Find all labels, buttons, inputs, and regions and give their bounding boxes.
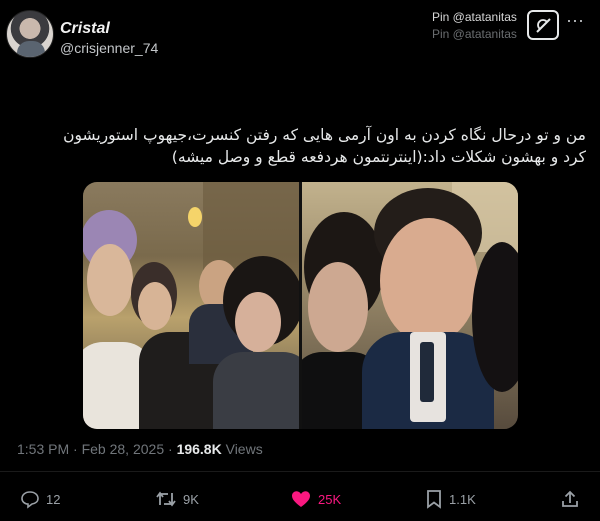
views-label: Views bbox=[225, 441, 263, 457]
tweet-media[interactable] bbox=[83, 182, 518, 429]
retweet-icon bbox=[156, 491, 176, 507]
meta-separator: · bbox=[73, 441, 78, 457]
reply-icon bbox=[21, 491, 39, 509]
reply-count: 12 bbox=[46, 491, 61, 507]
tweet-meta: 1:53 PM · Feb 28, 2025 · 196.8K Views bbox=[17, 441, 263, 457]
author-display-name[interactable]: Cristal bbox=[60, 20, 110, 38]
avatar[interactable] bbox=[6, 10, 54, 58]
like-button[interactable]: 25K bbox=[290, 484, 341, 514]
meta-separator: · bbox=[168, 441, 173, 457]
grok-icon[interactable] bbox=[527, 10, 559, 40]
share-button[interactable] bbox=[560, 484, 580, 514]
share-icon bbox=[562, 490, 578, 507]
like-count: 25K bbox=[318, 491, 342, 507]
tweet-time[interactable]: 1:53 PM bbox=[17, 441, 69, 457]
tweet-header: Cristal @crisjenner_74 Pin @atatanitas P… bbox=[0, 0, 600, 70]
retweet-button[interactable]: 9K bbox=[155, 484, 199, 514]
bookmark-button[interactable]: 1.1K bbox=[425, 484, 476, 514]
reply-button[interactable]: 12 bbox=[20, 484, 60, 514]
media-photo-left[interactable] bbox=[83, 182, 299, 429]
bookmark-count: 1.1K bbox=[449, 491, 476, 507]
views-count: 196.8K bbox=[176, 441, 222, 457]
author-handle[interactable]: @crisjenner_74 bbox=[60, 40, 158, 56]
tweet-text: من و تو درحال نگاه کردن به اون آرمی هایی… bbox=[63, 126, 586, 166]
retweet-count: 9K bbox=[183, 491, 199, 507]
heart-icon bbox=[292, 491, 310, 507]
pin-label-faded: Pin @atatanitas bbox=[432, 27, 517, 41]
bookmark-icon bbox=[427, 490, 441, 509]
divider bbox=[0, 471, 600, 472]
tweet-date[interactable]: Feb 28, 2025 bbox=[82, 441, 165, 457]
pin-label: Pin @atatanitas bbox=[432, 10, 517, 24]
action-bar: 12 9K 25K 1.1K bbox=[0, 484, 600, 514]
more-icon[interactable]: ··· bbox=[566, 10, 584, 31]
media-photo-right[interactable] bbox=[302, 182, 518, 429]
